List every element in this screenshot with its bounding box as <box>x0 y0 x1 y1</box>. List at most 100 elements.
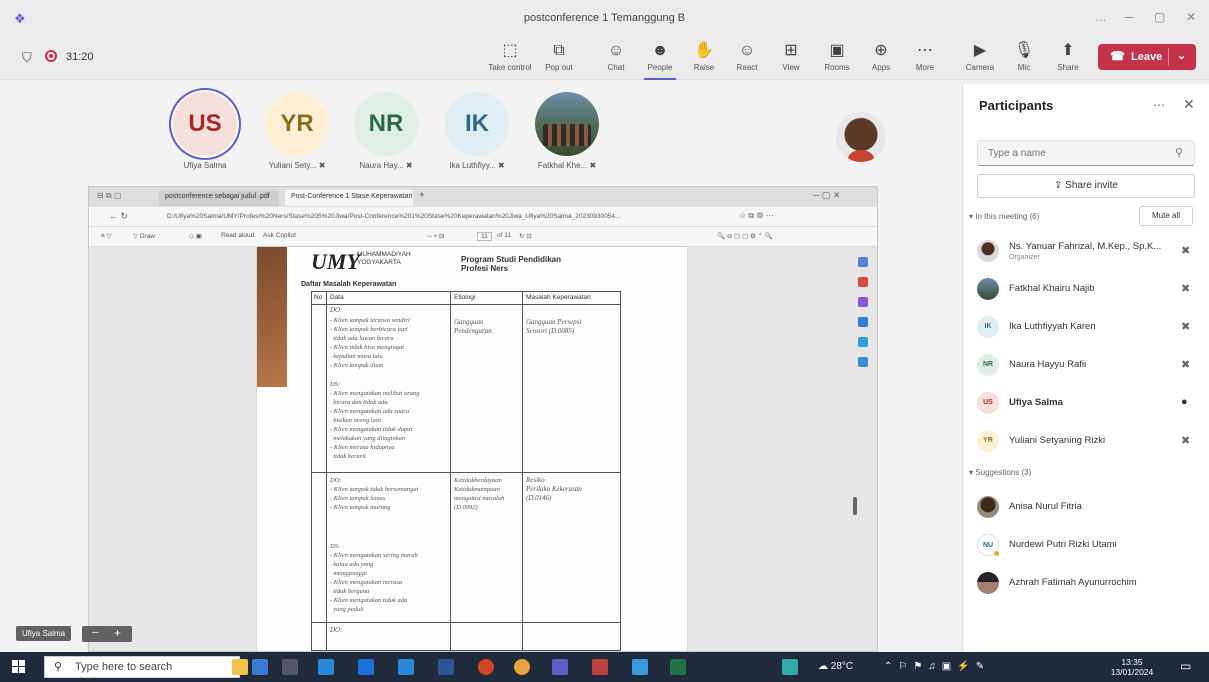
rotate-icon[interactable]: ↻ ⊡ <box>519 232 532 240</box>
more-icon[interactable]: ⋯ <box>1153 98 1165 112</box>
meeting-timer: 31:20 <box>66 51 94 63</box>
browser-tab-active[interactable]: Post-Conference 1 Stase Keperawatan <box>285 190 413 206</box>
window-controls-icon[interactable]: ─ ▢ ✕ <box>813 190 840 201</box>
windows-start-icon[interactable] <box>12 660 26 674</box>
more-options-icon[interactable]: … <box>1095 10 1107 24</box>
app-icon[interactable] <box>592 659 608 675</box>
take-control-button[interactable]: ⬚ Take control <box>488 41 532 77</box>
pop-out-icon: ⧉ <box>553 42 565 59</box>
url-field[interactable]: D:/Ufiya%20Salma/UMY/Profesi%20Ners/Stas… <box>159 210 719 224</box>
search-icon[interactable]: 🔍 ⊖ ▢ ▢ ⚙ ⌃ 🔍 <box>717 232 773 240</box>
more-button[interactable]: ⋯ More <box>903 41 947 77</box>
read-aloud-button[interactable]: Read aloud <box>221 232 254 239</box>
self-video[interactable] <box>836 112 886 162</box>
participant-row[interactable]: YR Yuliani Setyaning Rizki ✖ <box>977 424 1199 460</box>
app-icon[interactable] <box>358 659 374 675</box>
participant-tile[interactable]: Fatkhal Khe... ✖ <box>522 92 612 170</box>
notifications-icon[interactable]: ▭ <box>1180 659 1191 673</box>
page-number-input[interactable]: 11 <box>477 232 492 241</box>
task-view-icon[interactable] <box>282 659 298 675</box>
sidebar-app-icon[interactable] <box>858 317 868 327</box>
sidebar-app-icon[interactable] <box>858 337 868 347</box>
share-button[interactable]: ⬆ Share <box>1046 41 1090 77</box>
sidebar-app-icon[interactable] <box>858 277 868 287</box>
word-icon[interactable] <box>438 659 454 675</box>
camera-button[interactable]: ▶ Camera <box>958 41 1002 77</box>
participant-tile[interactable]: YR Yuliani Sety... ✖ <box>252 92 342 170</box>
shared-screen[interactable]: ⊟ ⧉ ▢ postconference sebagai judul .pdf … <box>88 186 878 652</box>
sidebar-app-icon[interactable] <box>858 297 868 307</box>
suggested-row[interactable]: Anisa Nurul Fitria <box>977 490 1199 526</box>
mic-button[interactable]: 🎙 Mic <box>1002 41 1046 77</box>
mail-icon[interactable] <box>398 659 414 675</box>
app-icon[interactable] <box>478 659 494 675</box>
browser-menu-icon[interactable]: ⊟ ⧉ ▢ <box>97 191 121 201</box>
participant-search-input[interactable] <box>977 140 1195 166</box>
zoom-control[interactable]: ─ + <box>82 626 132 642</box>
chat-icon: ☺ <box>607 42 625 59</box>
participant-row[interactable]: Fatkhal Khairu Najib ✖ <box>977 272 1199 308</box>
chrome-icon[interactable] <box>514 659 530 675</box>
close-window-button[interactable]: ✕ <box>1186 10 1196 24</box>
share-invite-button[interactable]: ⇪ Share invite <box>977 174 1195 198</box>
taskbar-search-input[interactable]: Type here to search <box>44 656 240 678</box>
program-name: Program Studi Pendidikan Profesi Ners <box>461 255 562 273</box>
rooms-button[interactable]: ▣ Rooms <box>815 41 859 77</box>
draw-tool[interactable]: ▽ Draw <box>133 232 155 240</box>
participant-row[interactable]: US Ufiya Salma ● <box>977 386 1199 422</box>
mic-off-icon: ✖ <box>405 161 413 170</box>
participant-tile[interactable]: US Ufiya Salma <box>160 92 250 170</box>
back-refresh-icon[interactable]: ← ↻ <box>109 211 128 222</box>
chevron-down-icon[interactable]: ⌄ <box>1177 49 1186 62</box>
people-button[interactable]: ☻ People <box>638 41 682 80</box>
participant-tile[interactable]: NR Naura Hay... ✖ <box>341 92 431 170</box>
erase-icon[interactable]: ◇ ▣ <box>189 232 202 240</box>
suggested-row[interactable]: NU Nurdewi Putri Rizki Utami <box>977 528 1199 564</box>
sidebar-app-icon[interactable] <box>858 357 868 367</box>
app-icon[interactable] <box>318 659 334 675</box>
browser-toolbar-icons[interactable]: ☆ ⧉ ⚙ ⋯ <box>739 211 774 221</box>
maximize-button[interactable]: ▢ <box>1154 10 1165 24</box>
react-button[interactable]: ☺ React <box>725 41 769 77</box>
close-icon[interactable]: ✕ <box>1183 96 1195 113</box>
ask-copilot-button[interactable]: Ask Copilot <box>263 232 296 239</box>
sidebar-app-icon[interactable] <box>858 257 868 267</box>
address-bar: ← ↻ D:/Ufiya%20Salma/UMY/Profesi%20Ners/… <box>89 207 877 227</box>
view-button[interactable]: ⊞ View <box>769 41 813 77</box>
mic-off-icon: ✖ <box>1181 321 1191 333</box>
handwritten-data: DS: - Klien mengatakan sering marah kala… <box>330 543 418 613</box>
teams-icon[interactable] <box>552 659 568 675</box>
in-meeting-section[interactable]: ▾ In this meeting (6) <box>969 212 1039 221</box>
participant-row[interactable]: IK Ika Luthfiyyah Karen ✖ <box>977 310 1199 346</box>
suggestions-section[interactable]: ▾ Suggestions (3) <box>969 468 1031 477</box>
highlight-icon[interactable]: ≡ ▽ <box>101 232 112 240</box>
active-speaker-name: Ufiya Salma <box>16 626 72 641</box>
share-icon: ⬆ <box>1061 42 1075 59</box>
participant-row[interactable]: Ns. Yanuar Fahrizal, M.Kep., Sp.K... Org… <box>977 234 1199 270</box>
suggested-row[interactable]: Azhrah Fatimah Ayunurrochim <box>977 566 1199 602</box>
scrollbar-thumb[interactable] <box>853 497 857 515</box>
minimize-button[interactable]: ─ <box>1125 10 1134 24</box>
browser-tab[interactable]: postconference sebagai judul .pdf <box>159 190 279 206</box>
raise-hand-button[interactable]: ✋ Raise <box>682 41 726 77</box>
excel-icon[interactable] <box>670 659 686 675</box>
participant-row[interactable]: NR Naura Hayyu Rafii ✖ <box>977 348 1199 384</box>
mic-on-icon: ● <box>1181 396 1188 408</box>
chat-button[interactable]: ☺ Chat <box>594 41 638 77</box>
app-icon[interactable] <box>252 659 268 675</box>
edge-icon[interactable] <box>632 659 648 675</box>
weather-widget[interactable]: ☁ 28°C <box>818 661 853 672</box>
mute-all-button[interactable]: Mute all <box>1139 206 1193 226</box>
leave-button[interactable]: ☎ Leave ⌄ <box>1098 44 1196 70</box>
new-tab-icon[interactable]: + <box>419 190 425 201</box>
phone-icon: ☎ <box>1110 49 1125 63</box>
system-tray-icons[interactable]: ⌃⚐⚑♫▣⚡✎ <box>884 661 990 672</box>
file-explorer-icon[interactable] <box>232 659 248 675</box>
system-clock[interactable]: 13:35 13/01/2024 <box>1108 657 1156 677</box>
avatar: YR <box>977 430 999 452</box>
help-icon[interactable] <box>782 659 798 675</box>
apps-button[interactable]: ⊕ Apps <box>859 41 903 77</box>
pop-out-button[interactable]: ⧉ Pop out <box>537 41 581 77</box>
participant-tile[interactable]: IK Ika Luthfiyy... ✖ <box>432 92 522 170</box>
zoom-icon[interactable]: ─ + ⊟ <box>427 232 444 240</box>
